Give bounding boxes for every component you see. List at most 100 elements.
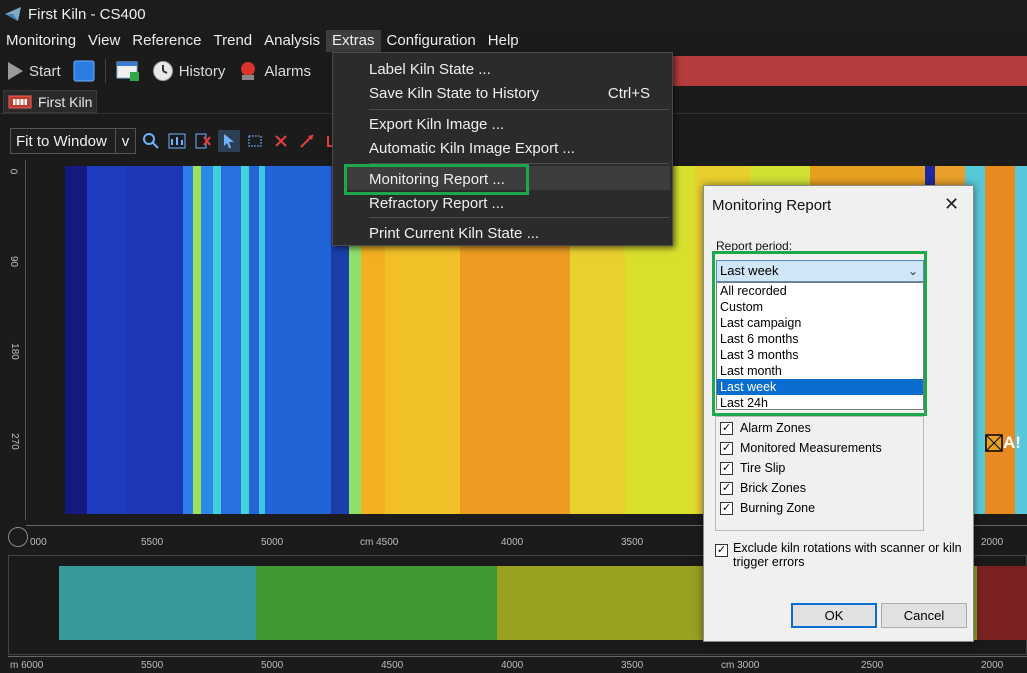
clock-icon <box>152 61 173 81</box>
hruler-label: 2000 <box>981 537 1004 548</box>
menu-item-label-kiln-state[interactable]: Label Kiln State ... <box>369 61 491 78</box>
hruler-label: cm 4500 <box>360 537 399 548</box>
menu-analysis[interactable]: Analysis <box>258 30 326 52</box>
checkbox-label: Alarm Zones <box>740 421 811 435</box>
menu-extras[interactable]: Extras <box>326 30 381 52</box>
checkbox-brick-zones[interactable]: ✓ Brick Zones <box>720 481 806 495</box>
checkbox-icon[interactable]: ✓ <box>720 421 733 435</box>
checkbox-label: Brick Zones <box>740 481 806 495</box>
kiln-icon <box>8 95 32 108</box>
title-bar: First Kiln - CS400 <box>0 0 1027 28</box>
vruler-label: 180 <box>8 343 20 360</box>
checkbox-icon[interactable]: ✓ <box>715 544 728 557</box>
zone-ruler-label: cm 3000 <box>721 660 760 671</box>
siren-icon <box>241 62 256 80</box>
zone-ruler-label: 2500 <box>861 660 884 671</box>
checkbox-icon[interactable]: ✓ <box>720 481 733 495</box>
start-button[interactable]: Start <box>0 56 67 86</box>
menu-trend[interactable]: Trend <box>208 30 259 52</box>
checkbox-monitored-measurements[interactable]: ✓ Monitored Measurements <box>720 441 882 455</box>
vruler-label: 90 <box>8 255 20 268</box>
app-logo-icon <box>5 7 21 21</box>
measure-icon[interactable] <box>296 130 318 152</box>
select-area-icon[interactable] <box>244 130 266 152</box>
tab-label: First Kiln <box>38 93 93 110</box>
exclude-errors-label: Exclude kiln rotations with scanner or k… <box>733 541 962 569</box>
start-label: Start <box>29 62 61 80</box>
cancel-button[interactable]: Cancel <box>881 603 967 628</box>
clear-chart-icon[interactable] <box>192 130 214 152</box>
checkbox-alarm-zones[interactable]: ✓ Alarm Zones <box>720 421 811 435</box>
chart-icon[interactable] <box>166 130 188 152</box>
hruler-label: 5000 <box>261 537 284 548</box>
alarms-label: Alarms <box>264 62 312 80</box>
checkbox-icon[interactable]: ✓ <box>720 441 733 455</box>
zone-ruler-label: 5500 <box>141 660 164 671</box>
menu-item-print-kiln-state[interactable]: Print Current Kiln State ... <box>369 225 539 242</box>
zone-teal[interactable] <box>59 566 256 640</box>
vruler-label: 0 <box>7 168 19 175</box>
highlight-monitoring-report <box>344 164 529 195</box>
window-add-icon <box>116 61 139 81</box>
alarms-button[interactable]: Alarms <box>231 56 317 86</box>
highlight-report-period <box>712 251 927 416</box>
new-window-button[interactable] <box>110 56 146 86</box>
zoom-icon[interactable] <box>140 130 162 152</box>
exclude-errors-checkbox[interactable]: ✓ Exclude kiln rotations with scanner or… <box>715 541 965 569</box>
menu-help[interactable]: Help <box>482 30 525 52</box>
toolbar-divider <box>104 59 106 83</box>
alarm-marker[interactable]: A! <box>985 433 1025 455</box>
tab-first-kiln[interactable]: First Kiln <box>3 90 97 113</box>
history-button[interactable]: History <box>146 56 232 86</box>
play-icon <box>8 62 23 80</box>
zone-ruler: m 6000 5500 5000 4500 4000 3500 cm 3000 … <box>8 656 1027 673</box>
hruler-label: 000 <box>30 537 47 548</box>
checkbox-label: Burning Zone <box>740 501 816 515</box>
zone-ruler-label: 2000 <box>981 660 1004 671</box>
zoom-select[interactable]: Fit to Window v <box>10 128 136 154</box>
checkbox-tire-slip[interactable]: ✓ Tire Slip <box>720 461 785 475</box>
checkbox-label: Tire Slip <box>740 461 786 475</box>
dialog-title: Monitoring Report <box>712 197 832 214</box>
menu-item-export-kiln-image[interactable]: Export Kiln Image ... <box>369 116 504 133</box>
vertical-ruler: 0 90 180 270 <box>7 160 26 520</box>
menu-item-auto-image-export[interactable]: Automatic Kiln Image Export ... <box>369 140 575 157</box>
stop-button[interactable] <box>67 56 101 86</box>
marker-label: A! <box>1003 433 1021 452</box>
menu-item-refractory-report[interactable]: Refractory Report ... <box>369 195 504 212</box>
zone-ruler-label: 4500 <box>381 660 404 671</box>
menu-divider <box>369 217 669 218</box>
delete-icon[interactable] <box>270 130 292 152</box>
zone-ruler-label: 4000 <box>501 660 524 671</box>
stop-icon <box>73 60 95 82</box>
menu-monitoring[interactable]: Monitoring <box>0 30 82 52</box>
history-label: History <box>178 62 226 80</box>
checkbox-icon[interactable]: ✓ <box>720 501 733 515</box>
ruler-origin-icon <box>8 527 28 547</box>
window-title: First Kiln - CS400 <box>28 5 146 23</box>
menu-reference[interactable]: Reference <box>126 30 207 52</box>
menu-configuration[interactable]: Configuration <box>381 30 482 52</box>
checkbox-burning-zone[interactable]: ✓ Burning Zone <box>720 501 815 515</box>
zone-green[interactable] <box>256 566 497 640</box>
report-content-group: ✓ Alarm Zones ✓ Monitored Measurements ✓… <box>715 416 924 531</box>
menu-bar: Monitoring View Reference Trend Analysis… <box>0 30 1027 52</box>
pointer-icon[interactable] <box>218 130 240 152</box>
zoom-value: Fit to Window <box>16 132 107 150</box>
hruler-label: 5500 <box>141 537 164 548</box>
ok-button[interactable]: OK <box>791 603 877 628</box>
zone-ruler-label: m 6000 <box>10 660 44 671</box>
close-icon[interactable]: ✕ <box>944 194 959 215</box>
checkbox-icon[interactable]: ✓ <box>720 461 733 475</box>
alarm-status-bar <box>672 56 1027 86</box>
menu-item-save-kiln-state[interactable]: Save Kiln State to History <box>369 85 539 102</box>
menu-view[interactable]: View <box>82 30 126 52</box>
zone-ruler-label: 5000 <box>261 660 284 671</box>
vruler-label: 270 <box>8 433 20 450</box>
image-toolbar: Fit to Window v <box>10 127 350 155</box>
hruler-label: 4000 <box>501 537 524 548</box>
menu-divider <box>369 109 669 110</box>
zone-red[interactable] <box>977 566 1027 640</box>
zoom-dropdown-toggle[interactable]: v <box>115 129 135 153</box>
checkbox-label: Monitored Measurements <box>740 441 882 455</box>
